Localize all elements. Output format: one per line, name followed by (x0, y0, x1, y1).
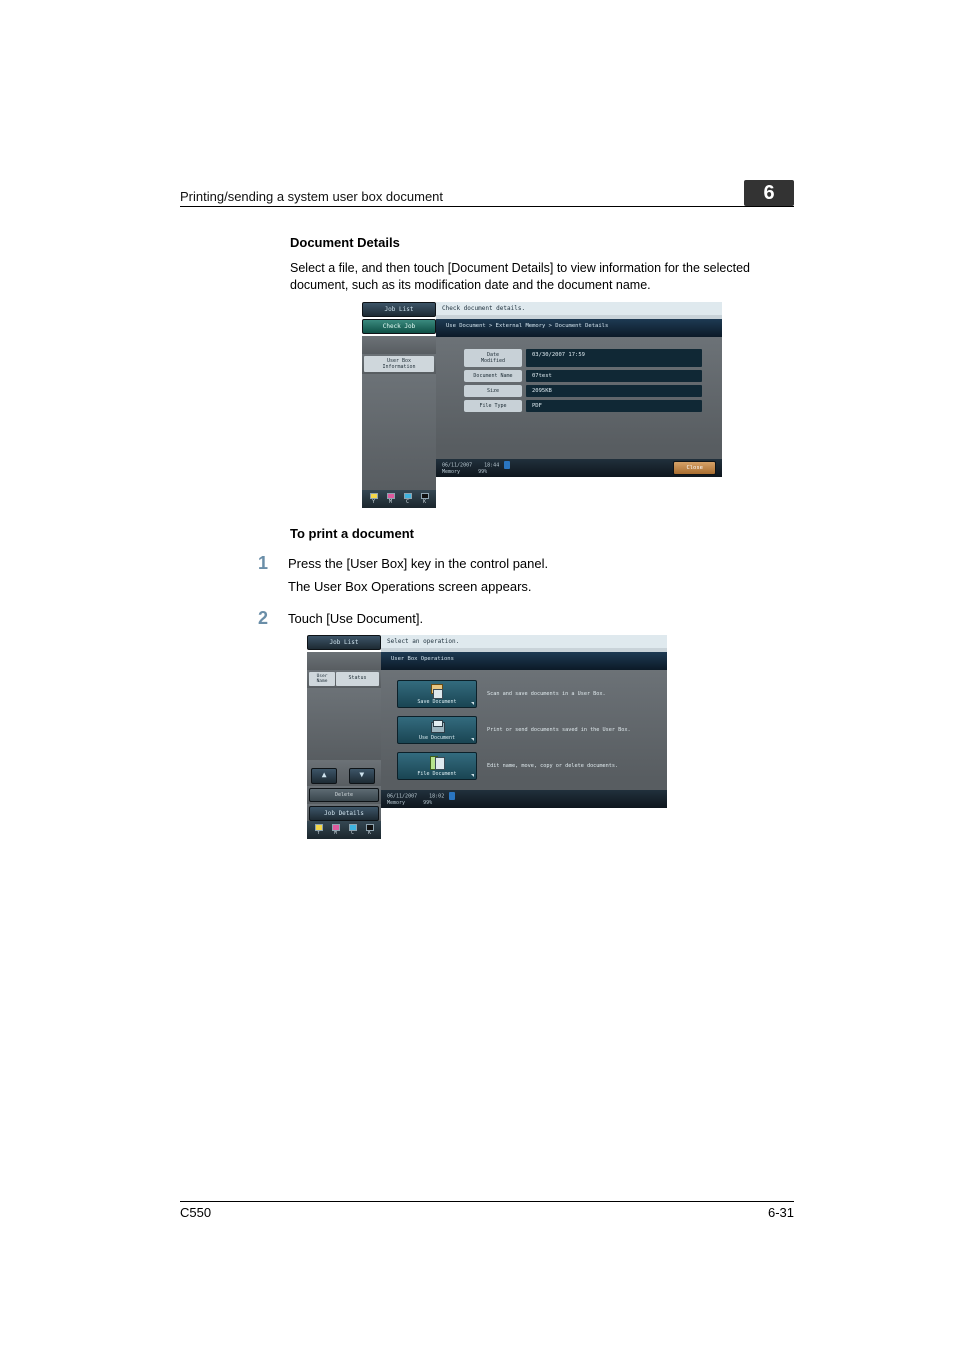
status-header: Status (336, 672, 379, 686)
file-type-label: File Type (464, 400, 522, 412)
breadcrumb: Use Document > External Memory > Documen… (436, 319, 722, 337)
use-document-desc: Print or send documents saved in the Use… (487, 727, 631, 733)
size-label: Size (464, 385, 522, 397)
header-title: Printing/sending a system user box docum… (180, 189, 443, 204)
status-date: 06/11/2007 (442, 462, 472, 468)
memory-icon (504, 461, 510, 469)
toner-levels: Y M C K (307, 821, 381, 839)
file-document-desc: Edit name, move, copy or delete document… (487, 763, 618, 769)
step-number-2: 2 (258, 608, 288, 629)
memory-value: 99% (478, 469, 487, 475)
status-bar: 06/11/2007 18:02 Memory 99% (381, 790, 667, 808)
delete-button[interactable]: Delete (309, 788, 379, 802)
save-document-desc: Scan and save documents in a User Box. (487, 691, 606, 697)
status-time: 18:02 (429, 794, 444, 800)
page-footer: C550 6-31 (180, 1201, 794, 1220)
section-document-details-title: Document Details (290, 235, 794, 250)
size-value: 2095KB (526, 385, 702, 397)
use-document-button[interactable]: Use Document (397, 716, 477, 744)
save-document-label: Save Document (402, 699, 472, 705)
screenshot-user-box-operations: Job List User Name Status ▲ ▼ Delete (307, 635, 667, 839)
toner-levels: Y M C K (362, 490, 436, 508)
scroll-down-button[interactable]: ▼ (349, 768, 375, 784)
document-name-value: 07test (526, 370, 702, 382)
memory-value: 99% (423, 800, 432, 806)
step-2-text: Touch [Use Document]. (288, 610, 423, 629)
document-name-label: Document Name (464, 370, 522, 382)
status-time: 18:44 (484, 462, 499, 468)
page-header: Printing/sending a system user box docum… (180, 180, 794, 207)
save-document-button[interactable]: Save Document (397, 680, 477, 708)
job-details-button[interactable]: Job Details (309, 806, 379, 821)
date-modified-label: Date Modified (464, 349, 522, 367)
step-1-text: Press the [User Box] key in the control … (288, 555, 548, 574)
status-date: 06/11/2007 (387, 794, 417, 800)
check-job-button[interactable]: Check Job (362, 319, 436, 334)
breadcrumb: User Box Operations (381, 652, 667, 670)
message-bar: Check document details. (436, 302, 722, 315)
user-name-header: User Name (309, 672, 335, 686)
memory-icon (449, 792, 455, 800)
footer-model: C550 (180, 1205, 211, 1220)
section-to-print-title: To print a document (290, 526, 794, 541)
memory-label: Memory (442, 469, 460, 475)
file-icon (429, 756, 445, 770)
status-bar: 06/11/2007 18:44 Memory 99% Close (436, 459, 722, 477)
chapter-badge: 6 (744, 180, 794, 206)
file-type-value: PDF (526, 400, 702, 412)
print-icon (429, 720, 445, 734)
step-number-1: 1 (258, 553, 288, 597)
footer-page: 6-31 (768, 1205, 794, 1220)
message-bar: Select an operation. (381, 635, 667, 648)
file-document-button[interactable]: File Document (397, 752, 477, 780)
job-list-button[interactable]: Job List (362, 302, 436, 317)
section-document-details-text: Select a file, and then touch [Document … (290, 260, 794, 294)
close-button[interactable]: Close (673, 461, 716, 475)
step-1-result: The User Box Operations screen appears. (288, 578, 548, 597)
user-box-information-tab[interactable]: User Box Information (364, 356, 434, 372)
memory-label: Memory (387, 800, 405, 806)
scroll-up-button[interactable]: ▲ (311, 768, 337, 784)
file-document-label: File Document (402, 771, 472, 777)
job-list-button[interactable]: Job List (307, 635, 381, 650)
screenshot-document-details: Job List Check Job User Box Information … (362, 302, 722, 508)
scan-icon (429, 684, 445, 698)
date-modified-value: 03/30/2007 17:59 (526, 349, 702, 367)
use-document-label: Use Document (402, 735, 472, 741)
